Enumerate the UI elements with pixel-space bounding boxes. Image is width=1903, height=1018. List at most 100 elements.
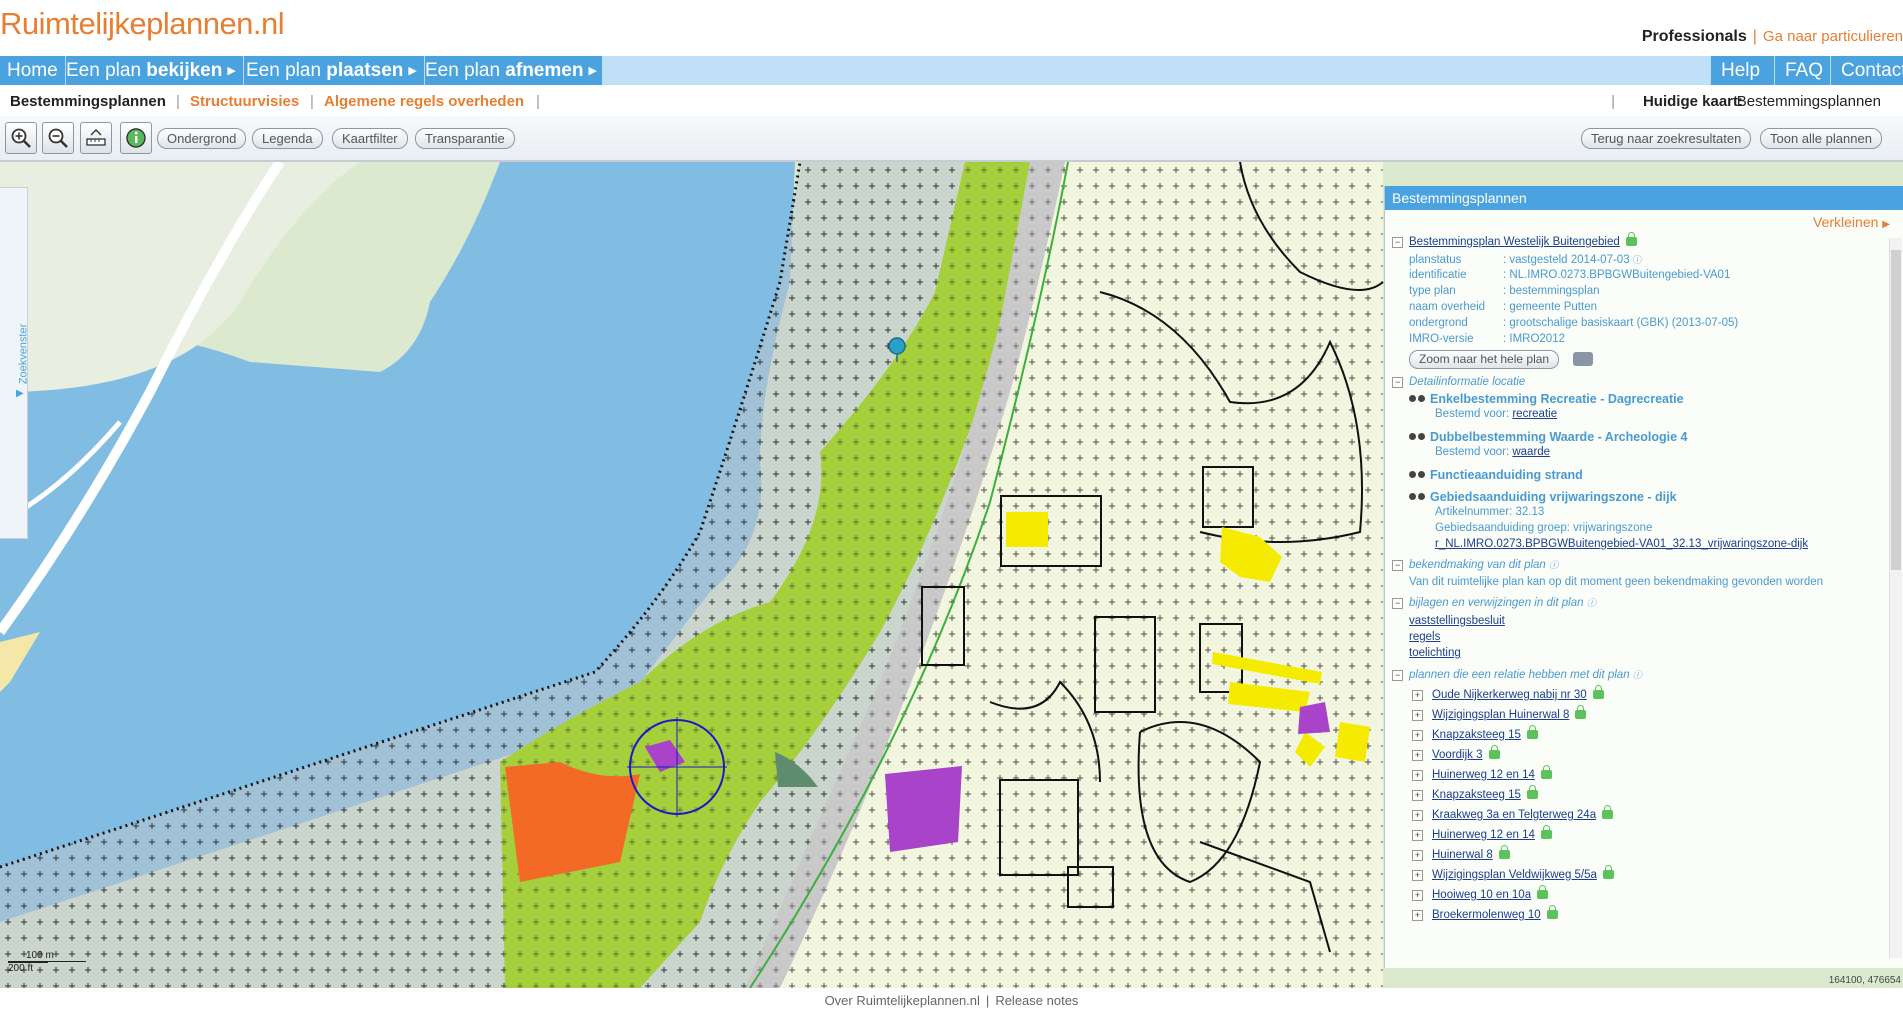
nav-plan-plaatsen[interactable]: Een plan plaatsen▶ <box>239 56 425 85</box>
separator: | <box>310 93 314 110</box>
tab-bestemmingsplannen[interactable]: Bestemmingsplannen <box>10 93 166 110</box>
current-map-value: Bestemmingsplannen <box>1737 93 1881 110</box>
related-plan-link[interactable]: Huinerwal 8 <box>1432 849 1493 861</box>
field-label: ondergrond <box>1409 317 1503 329</box>
lock-icon <box>1489 750 1500 759</box>
field-value: : gemeente Putten <box>1503 301 1597 313</box>
collapse-icon[interactable]: − <box>1392 670 1403 681</box>
scale-feet: 200 ft <box>8 962 48 974</box>
nav-plan-bekijken-pre: Een plan <box>66 60 146 81</box>
expand-icon[interactable]: + <box>1412 910 1423 921</box>
zoom-to-plan-button[interactable]: Zoom naar het hele plan <box>1409 350 1559 369</box>
expand-icon[interactable]: + <box>1412 690 1423 701</box>
artikel-link[interactable]: r_NL.IMRO.0273.BPBGWBuitengebied-VA01_32… <box>1435 538 1808 550</box>
over-link[interactable]: Over Ruimtelijkeplannen.nl <box>825 993 980 1008</box>
nav-faq[interactable]: FAQ <box>1774 56 1833 85</box>
show-all-plans-button[interactable]: Toon alle plannen <box>1760 128 1882 149</box>
lock-icon <box>1527 790 1538 799</box>
lock-icon <box>1603 870 1614 879</box>
info-panel: Bestemmingsplannen Verkleinen ▶ −Bestemm… <box>1384 186 1903 968</box>
binoculars-icon[interactable] <box>1409 393 1427 403</box>
nav-plan-bekijken[interactable]: Een plan bekijken▶ <box>59 56 244 85</box>
related-plan-link[interactable]: Huinerweg 12 en 14 <box>1432 769 1535 781</box>
expand-icon[interactable]: + <box>1412 770 1423 781</box>
map-type-nav: Bestemmingsplannen | Structuurvisies | A… <box>0 89 1903 114</box>
measure-button[interactable] <box>80 122 112 154</box>
kaartfilter-button[interactable]: Kaartfilter <box>332 128 408 149</box>
panel-title: Bestemmingsplannen <box>1385 186 1903 210</box>
expand-icon[interactable]: + <box>1412 750 1423 761</box>
nav-plan-afnemen[interactable]: Een plan afnemen▶ <box>418 56 605 85</box>
nav-plan-afnemen-pre: Een plan <box>425 60 505 81</box>
zoom-in-icon <box>10 127 32 149</box>
info-dropdown-icon[interactable]: ⓘ <box>1549 560 1558 570</box>
bijlage-link[interactable]: regels <box>1409 631 1440 643</box>
measure-icon <box>85 127 107 149</box>
zoom-in-button[interactable] <box>5 122 37 154</box>
zoom-out-button[interactable] <box>42 122 74 154</box>
legenda-button[interactable]: Legenda <box>252 128 323 149</box>
plan-name-link[interactable]: Bestemmingsplan Westelijk Buitengebied <box>1409 236 1620 248</box>
bijlage-link[interactable]: toelichting <box>1409 647 1461 659</box>
particulieren-link[interactable]: Ga naar particulieren <box>1763 28 1903 45</box>
binoculars-icon[interactable] <box>1409 491 1427 501</box>
related-plan-link[interactable]: Knapzaksteeg 15 <box>1432 789 1521 801</box>
bestemd-voor-link[interactable]: waarde <box>1512 446 1550 458</box>
bestemd-voor-link[interactable]: recreatie <box>1512 408 1557 420</box>
main-nav: Home Een plan bekijken▶ Een plan plaatse… <box>0 56 1903 85</box>
release-notes-link[interactable]: Release notes <box>995 993 1078 1008</box>
back-to-results-button[interactable]: Terug naar zoekresultaten <box>1581 128 1751 149</box>
info-dropdown-icon[interactable]: ⓘ <box>1587 598 1596 608</box>
info-button[interactable] <box>120 122 152 154</box>
zoekvenster-label: Zoekvenster <box>17 324 29 385</box>
panel-scrollbar[interactable] <box>1889 238 1902 958</box>
related-plan-link[interactable]: Wijzigingsplan Veldwijkweg 5/5a <box>1432 869 1597 881</box>
binoculars-icon[interactable] <box>1409 469 1427 479</box>
expand-icon[interactable]: + <box>1412 790 1423 801</box>
site-logo[interactable]: Ruimtelijkeplannen.nl <box>0 6 284 42</box>
collapse-icon[interactable]: − <box>1392 377 1403 388</box>
expand-icon[interactable]: + <box>1412 850 1423 861</box>
related-plan-link[interactable]: Oude Nijkerkerweg nabij nr 30 <box>1432 689 1587 701</box>
lock-icon <box>1626 237 1637 246</box>
ondergrond-button[interactable]: Ondergrond <box>157 128 246 149</box>
related-plan-link[interactable]: Voordijk 3 <box>1432 749 1483 761</box>
tab-algemene-regels[interactable]: Algemene regels overheden <box>324 93 524 110</box>
related-plan-link[interactable]: Kraakweg 3a en Telgterweg 24a <box>1432 809 1596 821</box>
search-panel-tab[interactable]: Zoekvenster ▶ <box>0 187 28 539</box>
info-dropdown-icon[interactable]: ⓘ <box>1633 255 1642 265</box>
expand-icon[interactable]: + <box>1412 730 1423 741</box>
verkleinen-link[interactable]: Verkleinen ▶ <box>1813 214 1890 230</box>
related-plan-link[interactable]: Huinerweg 12 en 14 <box>1432 829 1535 841</box>
related-plan-link[interactable]: Wijzigingsplan Huinerwal 8 <box>1432 709 1569 721</box>
nav-plan-plaatsen-pre: Een plan <box>246 60 326 81</box>
separator: | <box>176 93 180 110</box>
transparantie-button[interactable]: Transparantie <box>415 128 515 149</box>
binoculars-icon[interactable] <box>1409 431 1427 441</box>
bestemd-voor-label: Bestemd voor: <box>1435 446 1512 458</box>
expand-icon[interactable]: + <box>1412 890 1423 901</box>
map-viewport[interactable]: Zoekvenster ▶ 100 m 200 ft 164100, 47665… <box>0 162 1903 988</box>
bestemming-title: Functieaanduiding strand <box>1430 468 1583 482</box>
expand-icon[interactable]: + <box>1412 830 1423 841</box>
nav-help[interactable]: Help <box>1710 56 1770 85</box>
field-value: : bestemmingsplan <box>1503 285 1600 297</box>
related-plan-link[interactable]: Knapzaksteeg 15 <box>1432 729 1521 741</box>
collapse-icon[interactable]: − <box>1392 237 1403 248</box>
scrollbar-thumb[interactable] <box>1891 250 1901 570</box>
expand-icon[interactable]: + <box>1412 710 1423 721</box>
collapse-icon[interactable]: − <box>1392 598 1403 609</box>
related-plan-link[interactable]: Broekermolenweg 10 <box>1432 909 1541 921</box>
nav-contact[interactable]: Contact <box>1830 56 1903 85</box>
expand-icon[interactable]: + <box>1412 870 1423 881</box>
info-dropdown-icon[interactable]: ⓘ <box>1633 670 1642 680</box>
nav-home[interactable]: Home <box>0 56 66 85</box>
related-plan-link[interactable]: Hooiweg 10 en 10a <box>1432 889 1531 901</box>
collapse-icon[interactable]: − <box>1392 560 1403 571</box>
bijlage-link[interactable]: vaststellingsbesluit <box>1409 615 1505 627</box>
tab-structuurvisies[interactable]: Structuurvisies <box>190 93 299 110</box>
print-icon[interactable] <box>1573 352 1593 366</box>
expand-icon[interactable]: + <box>1412 810 1423 821</box>
lock-icon <box>1537 890 1548 899</box>
separator: | <box>986 993 989 1008</box>
